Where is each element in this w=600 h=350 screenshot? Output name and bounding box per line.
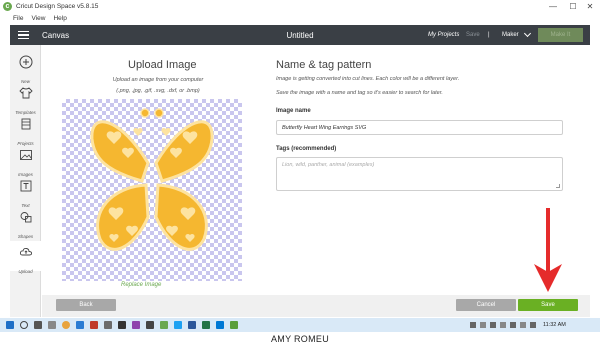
text-icon [20, 180, 31, 192]
calculator-icon[interactable] [104, 321, 112, 329]
shirt-icon [18, 87, 33, 99]
close-button[interactable]: ✕ [580, 0, 600, 13]
minimize-button[interactable]: — [543, 0, 563, 13]
sidebar-item-templates[interactable]: Templates [10, 82, 41, 115]
image-icon [19, 150, 32, 160]
header-save-link[interactable]: Save [466, 32, 480, 38]
screenshot: c Cricut Design Space v5.8.15 — ☐ ✕ File… [0, 0, 600, 350]
edge-icon[interactable] [76, 321, 84, 329]
sidebar-item-text[interactable]: Text [10, 175, 41, 208]
menu-bar: File View Help [0, 13, 600, 23]
plus-icon [19, 55, 32, 69]
image-name-input[interactable]: Butterfly Heart Wing Earrings SVG [276, 120, 563, 135]
sidebar-item-label: Upload [18, 269, 33, 274]
action-bar: Back Cancel Save [42, 295, 590, 317]
cricut-logo-icon: c [3, 2, 12, 11]
excel-icon[interactable] [202, 321, 210, 329]
sidebar-item-new[interactable]: New [10, 51, 41, 84]
sidebar-item-images[interactable]: Images [10, 144, 41, 177]
butterfly-wings-image [90, 108, 214, 251]
document-title: Untitled [286, 30, 314, 40]
save-button[interactable]: Save [518, 299, 578, 311]
sidebar-item-projects[interactable]: Projects [10, 113, 41, 146]
cancel-button[interactable]: Cancel [456, 299, 516, 311]
machine-select-value: Maker [502, 32, 519, 38]
design-panel: New Templates Projects Images Text Shape… [10, 45, 41, 317]
resize-grip-icon[interactable] [556, 184, 560, 188]
chrome-icon[interactable] [62, 321, 70, 329]
sidebar-item-shapes[interactable]: Shapes [10, 206, 41, 239]
upload-panel: Upload Image Upload an image from your c… [42, 45, 590, 295]
my-projects-link[interactable]: My Projects [428, 32, 459, 38]
conversion-info: Image is getting converted into cut line… [276, 76, 460, 82]
taskbar-app-icon[interactable] [132, 321, 140, 329]
header-separator: | [488, 32, 490, 38]
terminal-icon[interactable] [118, 321, 126, 329]
upload-cloud-icon [19, 247, 32, 256]
machine-select[interactable]: Maker [502, 29, 531, 38]
app-header: Canvas Untitled My Projects Save | Maker… [10, 25, 590, 45]
taskbar-app-icon[interactable] [146, 321, 154, 329]
cricut-taskbar-icon[interactable] [160, 321, 168, 329]
save-info: Save the image with a name and tag so it… [276, 90, 443, 96]
upload-description: Upload an image from your computer [112, 77, 204, 83]
image-name-label: Image name [276, 108, 311, 114]
menu-help[interactable]: Help [53, 15, 66, 22]
canvas-label: Canvas [42, 30, 70, 40]
clock-time: 11:32 AM [543, 322, 566, 328]
windows-taskbar: 11:32 AM [0, 318, 600, 332]
name-tag-title: Name & tag pattern [276, 59, 372, 71]
tags-label: Tags (recommended) [276, 146, 337, 152]
system-tray-icons[interactable] [468, 321, 540, 329]
tags-textarea[interactable]: Lion, wild, panther, animal (examples) [276, 157, 563, 191]
grid-icon [21, 118, 30, 130]
window-title: Cricut Design Space v5.8.15 [16, 3, 99, 10]
menu-view[interactable]: View [31, 15, 45, 22]
replace-image-link[interactable]: Replace Image [121, 282, 161, 288]
upload-image-title: Upload Image [128, 59, 197, 71]
shapes-icon [20, 212, 31, 223]
tags-placeholder: Lion, wild, panther, animal (examples) [282, 162, 375, 168]
chevron-down-icon [523, 29, 531, 38]
taskbar-app-icon[interactable] [174, 321, 182, 329]
taskbar-app-icon[interactable] [230, 321, 238, 329]
search-icon[interactable] [20, 321, 28, 329]
make-it-button[interactable]: Make It [538, 28, 583, 42]
task-view-icon[interactable] [34, 321, 42, 329]
window-titlebar: c Cricut Design Space v5.8.15 — ☐ ✕ [0, 0, 600, 13]
sidebar-item-label: Shapes [17, 234, 34, 239]
image-preview [62, 99, 242, 281]
windows-start-icon[interactable] [6, 321, 14, 329]
taskbar-app-icon[interactable] [90, 321, 98, 329]
sidebar-item-upload[interactable]: Upload [10, 241, 41, 274]
back-button[interactable]: Back [56, 299, 116, 311]
taskbar-app-icon[interactable] [48, 321, 56, 329]
upload-formats: (.png, .jpg, .gif, .svg, .dxf, or .bmp) [116, 88, 200, 94]
word-icon[interactable] [188, 321, 196, 329]
author-caption: AMY ROMEU [270, 334, 330, 344]
red-arrow-icon [534, 208, 562, 292]
hamburger-menu-icon[interactable] [18, 31, 29, 39]
outlook-icon[interactable] [216, 321, 224, 329]
menu-file[interactable]: File [13, 15, 23, 22]
